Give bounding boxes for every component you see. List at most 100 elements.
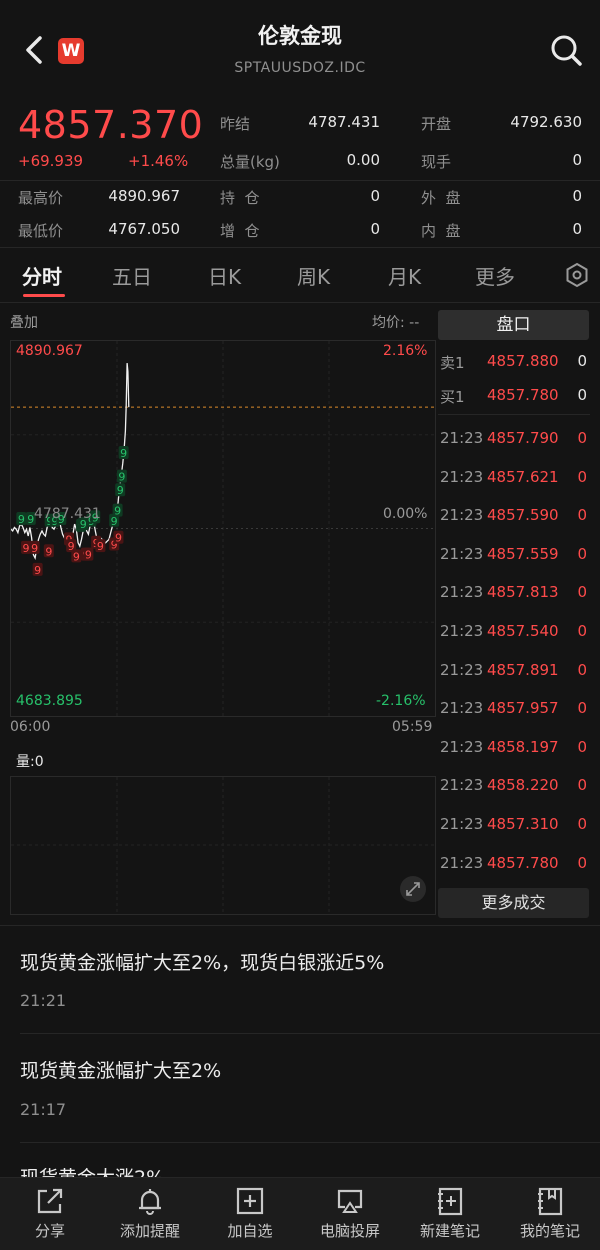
price-change: +69.939 [18, 152, 84, 170]
trade-price: 4857.310 [487, 815, 559, 833]
new-note-button[interactable]: 新建笔记 [400, 1180, 500, 1246]
trade-row: 21:23 4857.590 0 [440, 506, 590, 526]
svg-text:9: 9 [18, 513, 25, 526]
page-title: 伦敦金现 [258, 24, 342, 48]
svg-text:9: 9 [118, 471, 125, 484]
cast-icon [337, 1189, 363, 1213]
screen-cast-button[interactable]: 电脑投屏 [300, 1180, 400, 1246]
td-sequential-marker: 9 [16, 512, 27, 526]
high-value: 4890.967 [108, 187, 180, 205]
td-sequential-marker: 9 [115, 483, 126, 497]
trade-row: 21:23 4857.310 0 [440, 815, 590, 835]
price-change-pct: +1.46% [128, 152, 189, 170]
share-icon [37, 1188, 63, 1214]
divider [0, 302, 600, 303]
current-hand-value: 0 [572, 151, 582, 169]
volume-kg-label: 总量(kg) [220, 153, 280, 171]
trade-price: 4857.813 [487, 583, 559, 602]
news-item-title[interactable]: 现货黄金涨幅扩大至2%，现货白银涨近5% [20, 948, 384, 975]
trade-volume: 0 [577, 429, 587, 447]
trade-price: 4857.559 [487, 544, 559, 563]
add-watchlist-label: 加自选 [227, 1222, 273, 1240]
news-item-title[interactable]: 现货黄金涨幅扩大至2% [20, 1056, 221, 1083]
expand-icon[interactable] [400, 876, 426, 902]
svg-text:9: 9 [34, 564, 41, 577]
trade-time: 21:23 [440, 815, 484, 833]
td-sequential-marker: 9 [32, 562, 43, 577]
trade-price: 4857.891 [487, 660, 559, 679]
trade-row: 21:23 4857.790 0 [440, 429, 590, 449]
open-interest-value: 0 [370, 187, 380, 205]
trade-volume: 0 [577, 622, 587, 640]
td-sequential-marker: 9 [112, 503, 123, 518]
notebook-icon [538, 1187, 563, 1216]
svg-text:9: 9 [120, 447, 127, 460]
tab-intraday[interactable]: 分时 [22, 261, 62, 290]
trade-row: 21:23 4858.197 0 [440, 738, 590, 758]
divider [20, 1033, 600, 1034]
svg-text:9: 9 [85, 549, 92, 562]
trade-price: 4857.590 [487, 506, 559, 525]
plus-square-icon [236, 1187, 264, 1215]
chart-low-pct: -2.16% [376, 693, 426, 709]
tab-more[interactable]: 更多 [475, 261, 515, 290]
add-alert-button[interactable]: 添加提醒 [100, 1180, 200, 1246]
tab-daily-k[interactable]: 日K [208, 261, 241, 290]
ask1-price: 4857.880 [487, 352, 559, 370]
divider [0, 247, 600, 248]
bid1-row: 买1 4857.780 0 [440, 386, 590, 406]
tab-monthly-k[interactable]: 月K [388, 261, 421, 290]
trade-price: 4858.197 [487, 737, 559, 756]
settings-icon[interactable] [564, 262, 590, 288]
trade-volume: 0 [577, 737, 587, 756]
add-watchlist-button[interactable]: 加自选 [200, 1180, 300, 1246]
td-sequential-marker: 9 [43, 544, 54, 558]
my-notes-label: 我的笔记 [519, 1222, 580, 1240]
td-sequential-marker: 9 [95, 539, 106, 553]
chart-high-price: 4890.967 [16, 343, 83, 359]
tab-five-day[interactable]: 五日 [112, 261, 152, 290]
trade-volume: 0 [577, 660, 587, 679]
svg-text:9: 9 [114, 505, 121, 518]
time-axis-start: 06:00 [10, 719, 51, 735]
ask1-row: 卖1 4857.880 0 [440, 352, 590, 372]
outer-volume-value: 0 [572, 187, 582, 205]
chart-high-pct: 2.16% [383, 343, 428, 359]
divider [0, 180, 600, 181]
intraday-chart[interactable]: 999999999999999999999999999 [10, 340, 436, 717]
inner-volume-value: 0 [572, 220, 582, 238]
overlay-button[interactable]: 叠加 [10, 312, 38, 332]
divider [20, 1142, 600, 1143]
my-notes-button[interactable]: 我的笔记 [500, 1180, 600, 1246]
trade-volume: 0 [577, 776, 587, 795]
prev-settle-value: 4787.431 [308, 113, 380, 131]
order-book-header[interactable]: 盘口 [438, 310, 589, 340]
chart-low-price: 4683.895 [16, 693, 83, 709]
trade-volume: 0 [577, 544, 587, 563]
trade-time: 21:23 [440, 583, 484, 602]
news-item-time: 21:17 [20, 1100, 67, 1119]
chart-ref-pct: 0.00% [383, 506, 428, 522]
trade-volume: 0 [577, 467, 587, 486]
trade-price: 4857.790 [487, 429, 559, 447]
new-note-icon [438, 1187, 463, 1216]
trade-time: 21:23 [440, 660, 484, 679]
td-sequential-marker: 9 [118, 445, 129, 460]
trade-row: 21:23 4857.780 0 [440, 854, 590, 874]
share-button[interactable]: 分享 [0, 1180, 100, 1246]
add-alert-label: 添加提醒 [119, 1222, 180, 1240]
trade-row: 21:23 4857.540 0 [440, 622, 590, 642]
td-sequential-marker: 9 [113, 530, 124, 545]
ask1-volume: 0 [577, 352, 587, 370]
last-price: 4857.370 [18, 103, 204, 147]
td-sequential-marker: 9 [21, 540, 32, 555]
low-value: 4767.050 [108, 220, 180, 238]
more-trades-button[interactable]: 更多成交 [438, 888, 589, 918]
bid1-label: 买1 [440, 388, 465, 406]
svg-text:9: 9 [117, 484, 124, 497]
open-label: 开盘 [421, 115, 452, 133]
tab-weekly-k[interactable]: 周K [297, 261, 330, 290]
current-hand-label: 现手 [421, 153, 452, 171]
search-icon[interactable] [548, 32, 584, 68]
volume-chart [10, 776, 436, 915]
